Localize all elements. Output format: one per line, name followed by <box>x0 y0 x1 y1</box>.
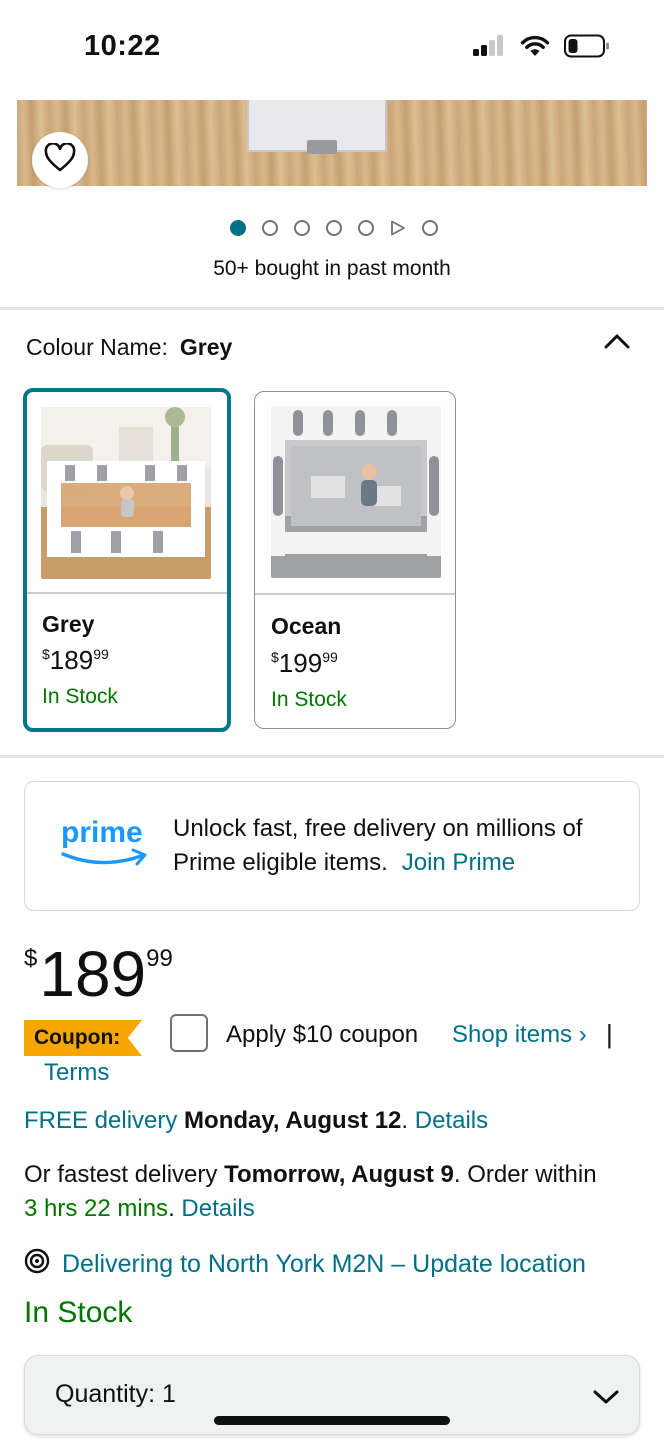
swatch-name: Ocean <box>271 613 342 639</box>
free-delivery-details-link[interactable]: Details <box>415 1107 488 1134</box>
join-prime-link[interactable]: Join Prime <box>402 849 515 876</box>
carousel-dot-4[interactable] <box>326 220 342 236</box>
playpen-foot-graphic <box>307 140 337 154</box>
swatch-price: $19999 <box>271 648 338 678</box>
coupon-terms-link[interactable]: Terms <box>44 1059 109 1087</box>
quantity-value: 1 <box>162 1380 176 1408</box>
section-divider <box>0 755 664 758</box>
product-image[interactable] <box>17 100 647 186</box>
prime-upsell-banner[interactable]: prime Unlock fast, free delivery on mill… <box>24 781 640 911</box>
collapse-colour-button[interactable] <box>600 328 634 358</box>
coupon-separator: | <box>606 1019 613 1049</box>
cellular-signal-icon <box>472 35 506 62</box>
swatch-stock-status: In Stock <box>42 685 118 708</box>
heart-icon <box>44 141 76 178</box>
delivery-location-row[interactable]: Delivering to North York M2N – Update lo… <box>24 1248 586 1281</box>
wifi-icon <box>520 35 550 62</box>
swatch-price: $18999 <box>42 645 109 675</box>
ocean-playpen-thumbnail <box>271 406 441 578</box>
swatch-divider <box>255 593 455 595</box>
status-icons <box>472 34 610 63</box>
chevron-down-icon <box>591 1382 621 1412</box>
svg-text:prime: prime <box>61 816 143 849</box>
shop-items-link[interactable]: Shop items › <box>452 1021 587 1049</box>
order-countdown: 3 hrs 22 mins <box>24 1195 169 1222</box>
order-countdown-line: 3 hrs 22 mins. Details <box>24 1195 255 1222</box>
colour-option-ocean[interactable]: Ocean $19999 In Stock <box>254 391 456 729</box>
apply-coupon-label[interactable]: Apply $10 coupon <box>226 1021 418 1049</box>
fastest-delivery-date: Tomorrow, August 9 <box>224 1161 454 1188</box>
bought-past-month: 50+ bought in past month <box>213 257 451 280</box>
delivery-location-link[interactable]: Delivering to North York M2N – Update lo… <box>62 1250 586 1279</box>
location-pin-icon <box>24 1248 50 1281</box>
availability-status: In Stock <box>24 1296 133 1329</box>
wishlist-button[interactable] <box>32 132 88 188</box>
colour-label-text: Colour Name: <box>26 334 168 360</box>
carousel-dot-2[interactable] <box>262 220 278 236</box>
colour-option-grey[interactable]: Grey $18999 In Stock <box>23 388 231 732</box>
carousel-dot-3[interactable] <box>294 220 310 236</box>
free-delivery-date: Monday, August 12 <box>184 1107 402 1134</box>
home-indicator <box>214 1416 450 1425</box>
grey-playpen-thumbnail <box>41 407 211 579</box>
prime-message: Unlock fast, free delivery on millions o… <box>173 812 623 880</box>
status-time: 10:22 <box>84 30 161 62</box>
quantity-label: Quantity: 1 <box>55 1380 176 1408</box>
swatch-divider <box>27 592 227 594</box>
carousel-dot-1[interactable] <box>230 220 246 236</box>
fastest-delivery-line: Or fastest delivery Tomorrow, August 9. … <box>24 1161 597 1188</box>
selected-colour: Grey <box>179 334 233 360</box>
prime-logo: prime <box>61 812 151 870</box>
carousel-dot-7[interactable] <box>422 220 438 236</box>
coupon-badge: Coupon: <box>24 1020 142 1056</box>
fastest-delivery-details-link[interactable]: Details <box>181 1195 254 1222</box>
battery-icon <box>564 34 610 63</box>
swatch-name: Grey <box>42 611 95 637</box>
swatch-stock-status: In Stock <box>271 688 347 711</box>
free-delivery-label[interactable]: FREE delivery <box>24 1107 177 1134</box>
section-divider <box>0 307 664 310</box>
colour-name-label: Colour Name: Grey <box>26 334 232 361</box>
free-delivery-line: FREE delivery Monday, August 12. Details <box>24 1107 489 1134</box>
carousel-dot-5[interactable] <box>358 220 374 236</box>
status-bar: 10:22 <box>0 0 664 96</box>
prime-message-text: Unlock fast, free delivery on millions o… <box>173 815 583 876</box>
apply-coupon-checkbox[interactable] <box>170 1014 208 1052</box>
chevron-up-icon <box>604 333 630 354</box>
carousel-video-play-icon[interactable] <box>390 220 406 236</box>
product-price: $18999 <box>24 938 173 1010</box>
image-carousel-dots <box>0 220 664 236</box>
